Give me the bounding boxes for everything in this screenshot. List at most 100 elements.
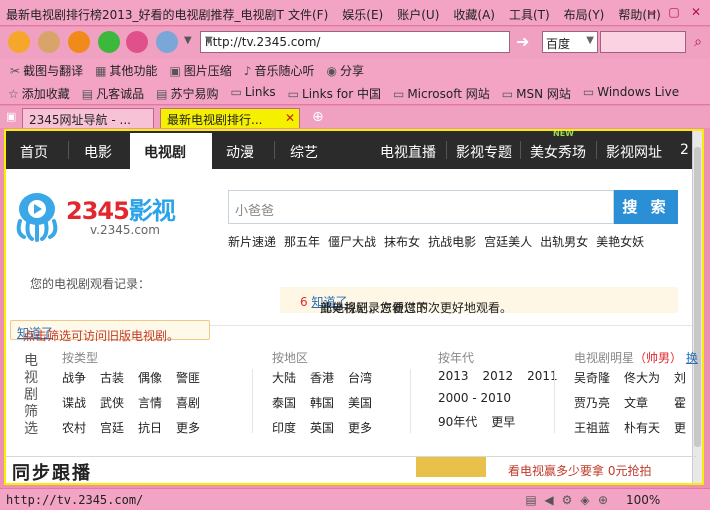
site-search-button[interactable]: 搜 索 <box>614 190 678 224</box>
address-dropdown-icon[interactable]: ▼ <box>205 35 505 46</box>
tool-image-compress[interactable]: ▣ 图片压缩 <box>169 62 231 79</box>
hot-keyword[interactable]: 新片速递 <box>228 233 276 250</box>
new-tab-icon[interactable]: ⊕ <box>312 109 324 125</box>
address-bar[interactable]: http://tv.2345.com/ ▼ <box>200 31 510 53</box>
hot-keyword[interactable]: 抹布女 <box>384 233 420 250</box>
restore-icon[interactable]: ▢ <box>666 4 682 20</box>
speaker-icon[interactable]: ◀ <box>540 493 558 507</box>
filter-region-item[interactable]: 更多 <box>348 419 372 436</box>
hot-keyword[interactable]: 僵尸大战 <box>328 233 376 250</box>
filter-region-item[interactable]: 泰国 <box>272 394 296 411</box>
filter-type-item[interactable]: 武侠 <box>100 394 124 411</box>
tool-screenshot[interactable]: ✂ 截图与翻译 <box>10 62 83 79</box>
stars-switch-link[interactable]: 换 <box>686 351 698 365</box>
browser-search-input[interactable] <box>600 31 686 53</box>
hot-keyword[interactable]: 出轨男女 <box>540 233 588 250</box>
history-dropdown-icon[interactable]: ▼ <box>184 35 192 46</box>
filter-type-item[interactable]: 偶像 <box>138 369 162 386</box>
fav-add[interactable]: ☆ 添加收藏 <box>8 85 70 102</box>
fav-links-cn[interactable]: ▭ Links for 中国 <box>288 85 381 102</box>
page-scrollbar[interactable] <box>692 131 702 483</box>
site-search-input[interactable]: 小爸爸 <box>228 190 614 224</box>
site-nav-variety[interactable]: 综艺 <box>290 142 318 162</box>
filter-region-item[interactable]: 英国 <box>310 419 334 436</box>
minimize-icon[interactable]: − <box>644 4 660 20</box>
tab-tv-ranking[interactable]: 最新电视剧排行... ✕ <box>160 108 300 128</box>
filter-region-item[interactable]: 香港 <box>310 369 334 386</box>
settings-icon[interactable]: ⚙ <box>558 493 576 507</box>
hot-keyword[interactable]: 宫廷美人 <box>484 233 532 250</box>
filter-type-item[interactable]: 战争 <box>62 369 86 386</box>
filter-region-item[interactable]: 韩国 <box>310 394 334 411</box>
filter-year-item[interactable]: 2000 - 2010 <box>438 391 511 405</box>
tool-music[interactable]: ♪ 音乐随心听 <box>244 62 315 79</box>
filter-type-item[interactable]: 喜剧 <box>176 394 200 411</box>
site-nav-anime[interactable]: 动漫 <box>226 142 254 162</box>
history-icon[interactable] <box>156 31 178 53</box>
filter-type-item[interactable]: 言情 <box>138 394 162 411</box>
site-nav-overflow[interactable]: 2 <box>680 142 689 158</box>
filter-type-item[interactable]: 警匪 <box>176 369 200 386</box>
menu-favorites[interactable]: 收藏(A) <box>453 6 495 23</box>
fav-msn[interactable]: ▭ MSN 网站 <box>502 85 571 102</box>
tab-list-icon[interactable]: ▣ <box>6 110 16 123</box>
menu-file[interactable]: 文件(F) <box>288 6 328 23</box>
filter-region-item[interactable]: 大陆 <box>272 369 296 386</box>
go-icon[interactable]: ➜ <box>516 33 536 51</box>
fav-windows-live[interactable]: ▭ Windows Live <box>583 85 679 102</box>
site-nav-movies[interactable]: 电影 <box>84 142 112 162</box>
download-icon[interactable]: ▤ <box>522 493 540 507</box>
star-item[interactable]: 吴奇隆 <box>574 369 610 386</box>
filter-type-item[interactable]: 谍战 <box>62 394 86 411</box>
menu-tools[interactable]: 工具(T) <box>509 6 550 23</box>
site-nav-tv-active[interactable]: 电视剧 <box>130 133 212 169</box>
filter-region-item[interactable]: 台湾 <box>348 369 372 386</box>
home-icon[interactable] <box>126 31 148 53</box>
star-item[interactable]: 文章 <box>624 394 660 411</box>
fav-links[interactable]: ▭ Links <box>231 85 276 102</box>
close-tab-icon[interactable]: ✕ <box>285 111 295 125</box>
site-nav-sites[interactable]: 影视网址 <box>606 142 662 162</box>
promo-text[interactable]: 看电视赢多少要拿 0元抢拍 <box>508 462 651 479</box>
stop-icon[interactable] <box>68 31 90 53</box>
refresh-icon[interactable] <box>98 31 120 53</box>
search-engine-select[interactable]: 百度 ▼ <box>542 31 598 53</box>
fav-microsoft[interactable]: ▭ Microsoft 网站 <box>393 85 490 102</box>
site-nav-topics[interactable]: 影视专题 <box>456 142 512 162</box>
tool-more[interactable]: ▦ 其他功能 <box>95 62 157 79</box>
hot-keyword[interactable]: 抗战电影 <box>428 233 476 250</box>
site-logo[interactable]: 2345影视 <box>66 191 176 226</box>
tool-share[interactable]: ◉ 分享 <box>326 62 364 79</box>
site-nav-beauty-show[interactable]: 美女秀场 <box>530 142 586 162</box>
site-nav-home[interactable]: 首页 <box>20 142 48 162</box>
filter-year-item[interactable]: 2013 <box>438 369 469 383</box>
close-icon[interactable]: ✕ <box>688 4 704 20</box>
forward-icon[interactable] <box>38 31 60 53</box>
filter-type-item[interactable]: 抗日 <box>138 419 162 436</box>
menu-layout[interactable]: 布局(Y) <box>564 6 605 23</box>
site-nav-live[interactable]: 电视直播 <box>380 142 436 162</box>
zoom-icon[interactable]: ⊕ <box>594 493 612 507</box>
fav-suning[interactable]: ▤ 苏宁易购 <box>156 85 218 102</box>
filter-year-item[interactable]: 90年代 <box>438 413 477 430</box>
hot-keyword[interactable]: 美艳女妖 <box>596 233 644 250</box>
filter-year-item[interactable]: 更早 <box>491 413 515 430</box>
menu-account[interactable]: 账户(U) <box>397 6 439 23</box>
star-item[interactable]: 王祖蓝 <box>574 419 610 436</box>
tab-2345-nav[interactable]: 2345网址导航 - ... <box>22 108 154 128</box>
hot-keyword[interactable]: 那五年 <box>284 233 320 250</box>
filter-type-item[interactable]: 农村 <box>62 419 86 436</box>
filter-region-item[interactable]: 美国 <box>348 394 372 411</box>
fav-vancl[interactable]: ▤ 凡客诚品 <box>82 85 144 102</box>
star-item[interactable]: 佟大为 <box>624 369 660 386</box>
star-item[interactable]: 贾乃亮 <box>574 394 610 411</box>
star-item[interactable]: 霍 <box>674 394 686 411</box>
scrollbar-thumb[interactable] <box>694 147 701 447</box>
zoom-level[interactable]: 100% <box>626 493 660 507</box>
promo-banner-image[interactable] <box>416 457 486 477</box>
filter-type-item[interactable]: 更多 <box>176 419 200 436</box>
search-icon[interactable]: ⌕ <box>688 31 708 53</box>
star-item[interactable]: 刘 <box>674 369 686 386</box>
filter-type-item[interactable]: 宫廷 <box>100 419 124 436</box>
back-icon[interactable] <box>8 31 30 53</box>
